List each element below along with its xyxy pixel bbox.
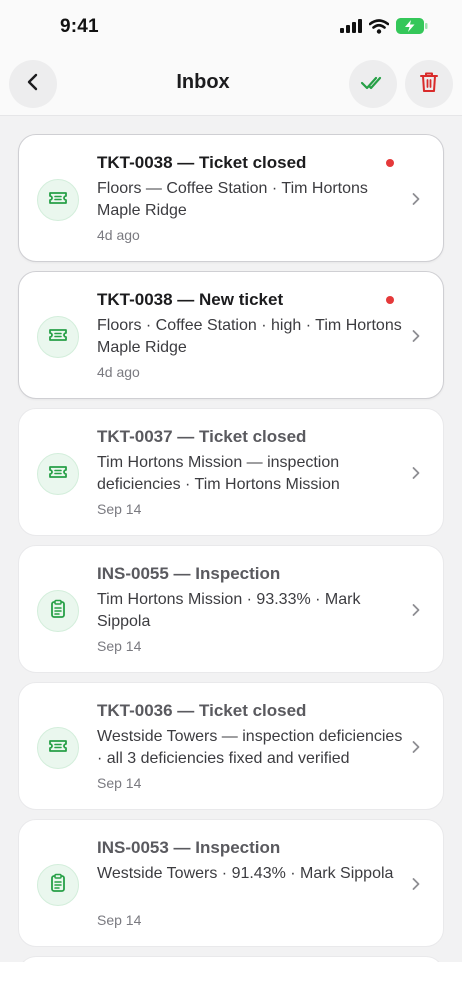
nav-bar: Inbox	[0, 58, 462, 108]
notification-item[interactable]: INS-0053 — Inspection Westside Towers · …	[18, 819, 444, 947]
notification-title: TKT-0036 — Ticket closed	[97, 701, 307, 720]
notification-icon-badge	[37, 316, 79, 358]
notification-body: Tim Hortons Mission · 93.33% · Mark Sipp…	[97, 591, 361, 630]
notification-icon-badge	[37, 179, 79, 221]
notification-body: Westside Towers — inspection deficiencie…	[97, 728, 403, 767]
trash-icon	[419, 71, 439, 98]
clipboard-icon	[50, 873, 66, 898]
unread-dot	[386, 159, 394, 167]
notification-title: TKT-0038 — New ticket	[97, 290, 284, 309]
notification-body: Floors — Coffee Station · Tim Hortons Ma…	[97, 180, 368, 219]
chevron-right-icon	[411, 328, 421, 349]
notification-icon-badge	[37, 864, 79, 906]
notification-list: TKT-0038 — Ticket closed Floors — Coffee…	[18, 134, 444, 956]
chevron-right-icon	[411, 602, 421, 623]
notification-time: Sep 14	[97, 638, 142, 654]
top-bar: 9:41 Inbox	[0, 0, 462, 116]
notification-time: 4d ago	[97, 364, 140, 380]
notification-item[interactable]: TKT-0037 — Ticket closed Tim Hortons Mis…	[18, 408, 444, 536]
double-check-icon	[360, 73, 386, 96]
notification-title: INS-0055 — Inspection	[97, 564, 281, 583]
status-icons	[340, 18, 428, 39]
status-time: 9:41	[60, 16, 99, 37]
notification-time: Sep 14	[97, 912, 142, 928]
ticket-icon	[48, 738, 68, 759]
notification-item[interactable]: TKT-0038 — New ticket Floors · Coffee St…	[18, 271, 444, 399]
page-title: Inbox	[176, 71, 230, 93]
chevron-right-icon	[411, 191, 421, 212]
notification-body: Westside Towers · 91.43% · Mark Sippola	[97, 865, 394, 882]
notification-item[interactable]: TKT-0038 — Ticket closed Floors — Coffee…	[18, 134, 444, 262]
notification-title: TKT-0038 — Ticket closed	[97, 153, 307, 172]
bottom-area	[0, 962, 462, 1000]
clipboard-icon	[50, 599, 66, 624]
notification-body: Floors · Coffee Station · high · Tim Hor…	[97, 317, 402, 356]
status-bar: 9:41	[0, 0, 462, 56]
ticket-icon	[48, 464, 68, 485]
mark-all-read-button[interactable]	[349, 60, 397, 108]
notification-item[interactable]: INS-0055 — Inspection Tim Hortons Missio…	[18, 545, 444, 673]
unread-dot	[386, 296, 394, 304]
notification-item[interactable]: TKT-0036 — Ticket closed Westside Towers…	[18, 682, 444, 810]
delete-button[interactable]	[405, 60, 453, 108]
signal-icon	[340, 19, 362, 38]
notification-time: Sep 14	[97, 775, 142, 791]
wifi-icon	[368, 18, 390, 39]
notification-time: Sep 14	[97, 501, 142, 517]
battery-charging-icon	[396, 18, 428, 39]
notification-icon-badge	[37, 453, 79, 495]
notification-icon-badge	[37, 590, 79, 632]
notification-icon-badge	[37, 727, 79, 769]
notification-body: Tim Hortons Mission — inspection deficie…	[97, 454, 340, 493]
chevron-right-icon	[411, 876, 421, 897]
notification-time: 4d ago	[97, 227, 140, 243]
notification-title: INS-0053 — Inspection	[97, 838, 281, 857]
ticket-icon	[48, 190, 68, 211]
ticket-icon	[48, 327, 68, 348]
chevron-right-icon	[411, 739, 421, 760]
chevron-right-icon	[411, 465, 421, 486]
notification-title: TKT-0037 — Ticket closed	[97, 427, 307, 446]
